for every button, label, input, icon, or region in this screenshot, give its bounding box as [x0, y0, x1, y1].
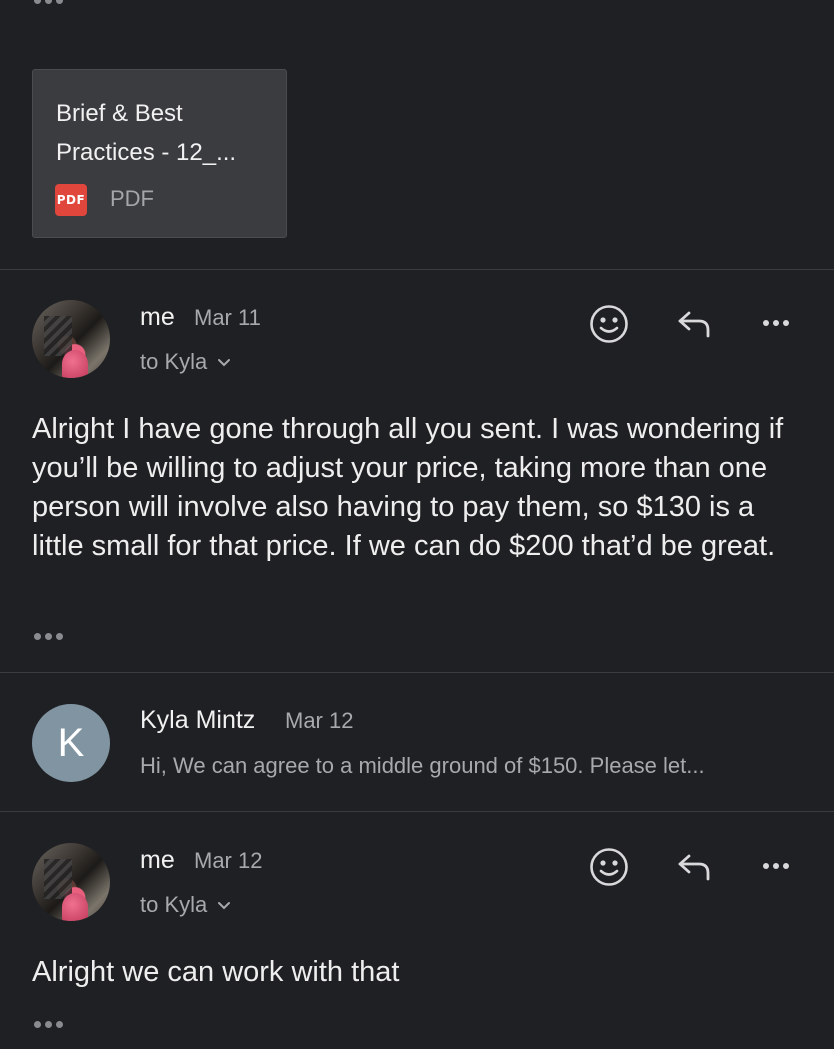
divider	[0, 811, 834, 812]
add-reaction-button[interactable]	[587, 302, 631, 346]
divider	[0, 672, 834, 673]
avatar[interactable]: K	[32, 704, 110, 782]
chevron-down-icon	[218, 359, 231, 367]
message-body: Alright we can work with that	[32, 956, 400, 988]
more-options-button[interactable]	[763, 320, 789, 326]
message-date: Mar 11	[194, 305, 261, 330]
avatar[interactable]	[32, 843, 110, 921]
message-date: Mar 12	[285, 708, 354, 733]
sender-name: Kyla Mintz	[140, 706, 256, 734]
smiley-face-icon	[590, 305, 628, 343]
message-snippet: Hi, We can agree to a middle ground of $…	[140, 753, 705, 778]
message-body: Alright I have gone through all you sent…	[32, 413, 784, 562]
message-date: Mar 12	[194, 848, 263, 873]
recipient-details-toggle[interactable]: to Kyla	[140, 349, 231, 375]
chevron-down-icon	[218, 902, 231, 910]
attachment-type: PDF	[110, 186, 154, 211]
add-reaction-button[interactable]	[587, 845, 631, 889]
attachment-card[interactable]: Brief & Best Practices - 12_... PDF PDF	[32, 69, 287, 238]
recipient-details-toggle[interactable]: to Kyla	[140, 892, 231, 918]
attachment-name: Brief & Best Practices - 12_...	[56, 100, 237, 166]
show-trimmed-content-button[interactable]	[34, 633, 63, 640]
reply-button[interactable]	[672, 847, 716, 887]
sender-name: me	[140, 846, 175, 874]
show-trimmed-content-button[interactable]	[34, 1021, 63, 1028]
reply-button[interactable]	[672, 304, 716, 344]
reply-icon	[678, 311, 710, 338]
avatar[interactable]	[32, 300, 110, 378]
smiley-face-icon	[590, 848, 628, 886]
pdf-file-icon: PDF	[55, 184, 87, 216]
recipient-label: to Kyla	[140, 892, 208, 917]
trimmed-content-toggle[interactable]	[34, 0, 63, 4]
divider	[0, 269, 834, 270]
more-options-button[interactable]	[763, 863, 789, 869]
sender-name: me	[140, 303, 175, 331]
email-thread: Brief & Best Practices - 12_... PDF PDF …	[0, 0, 834, 1049]
reply-icon	[678, 854, 710, 881]
recipient-label: to Kyla	[140, 349, 208, 374]
